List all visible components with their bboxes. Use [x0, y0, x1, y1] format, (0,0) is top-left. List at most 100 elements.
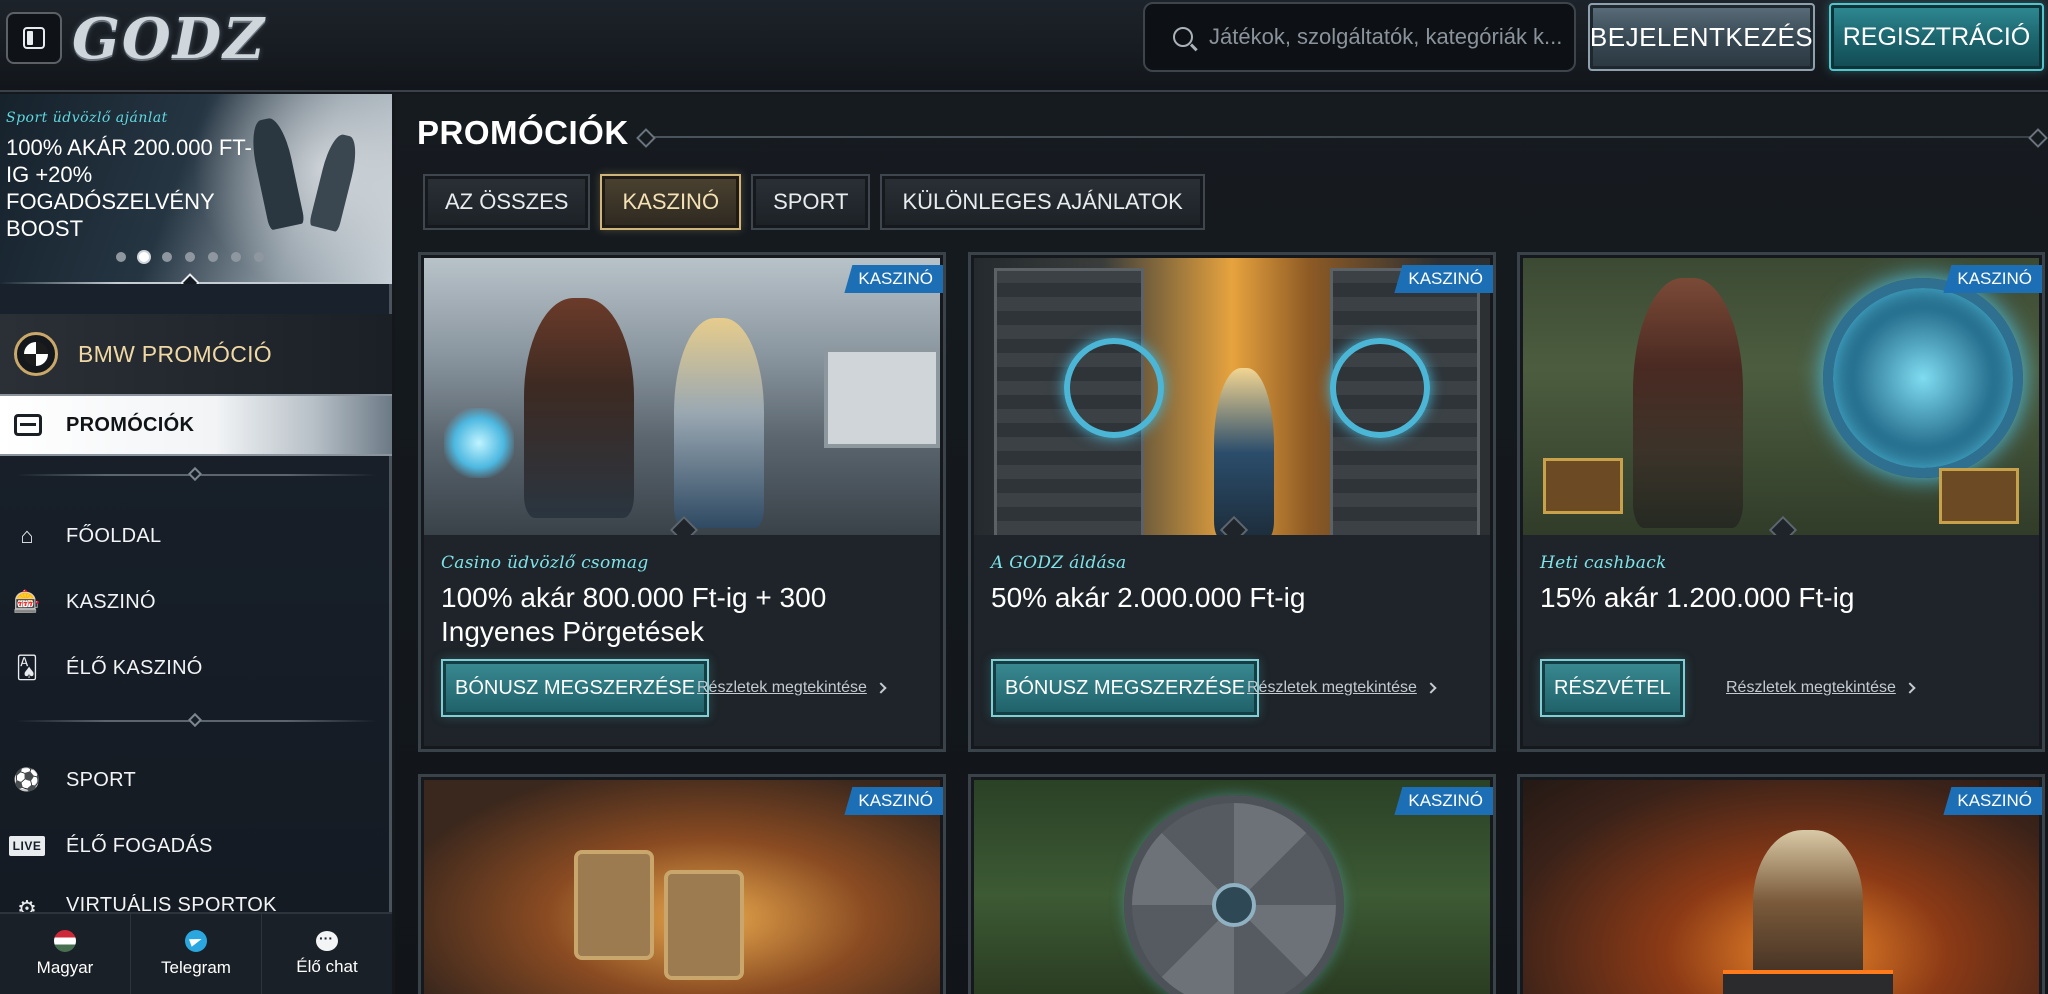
sidebar-item-sport[interactable]: ⚽ SPORT [12, 758, 382, 802]
promo-card-subtitle: Casino üdvözlő csomag [441, 553, 649, 573]
carousel-dot[interactable] [116, 252, 126, 262]
warrior-figure [1633, 278, 1743, 528]
claim-bonus-button[interactable]: BÓNUSZ MEGSZERZÉSE [991, 659, 1260, 717]
language-selector[interactable]: Magyar [0, 914, 131, 994]
promo-card[interactable]: KASZINÓ A GODZ áldása 50% akár 2.000.000… [968, 252, 1496, 752]
telegram-link[interactable]: Telegram [131, 914, 262, 994]
promo-card[interactable]: KASZINÓ Casino üdvözlő csomag 100% akár … [418, 252, 946, 752]
warrior-figure [524, 298, 634, 518]
sidebar-toggle-button[interactable] [6, 12, 62, 64]
category-badge: KASZINÓ [844, 787, 943, 815]
ale-mug-decoration [664, 870, 744, 980]
sidebar-divider [16, 712, 376, 728]
live-chat-button[interactable]: Élő chat [262, 914, 392, 994]
register-button[interactable]: REGISZTRÁCIÓ [1829, 3, 2044, 71]
promo-card[interactable]: KASZINÓ [968, 774, 1496, 994]
search-box[interactable] [1143, 2, 1576, 72]
sidebar-item-label: BMW PROMÓCIÓ [78, 340, 272, 367]
heroine-figure [1214, 368, 1274, 535]
details-link[interactable]: Részletek megtekintése [1726, 679, 1916, 697]
live-icon: LIVE [8, 831, 46, 861]
sidebar-item-live-casino[interactable]: 🂡 ÉLŐ KASZINÓ [12, 646, 382, 690]
divider-gem-icon [187, 466, 203, 482]
treasure-chest-decoration [1543, 458, 1623, 514]
rune-ring-decoration [1064, 338, 1164, 438]
sidebar-item-label: ÉLŐ FOGADÁS [66, 834, 213, 857]
valkyrie-figure [674, 318, 764, 528]
promo-card-subtitle: Heti cashback [1540, 553, 1667, 573]
anvil-decoration [1723, 970, 1893, 994]
carousel-dot[interactable] [185, 252, 195, 262]
promo-card[interactable]: KASZINÓ [418, 774, 946, 994]
details-link[interactable]: Részletek megtekintése [1247, 679, 1437, 697]
soccer-ball-icon: ⚽ [13, 767, 41, 792]
sidebar-item-label: KASZINÓ [66, 590, 156, 613]
promo-category-tabs: AZ ÖSSZES KASZINÓ SPORT KÜLÖNLEGES AJÁNL… [423, 174, 1205, 230]
promo-card-title: 15% akár 1.200.000 Ft-ig [1540, 582, 1855, 613]
sidebar-item-label: SPORT [66, 768, 137, 791]
sidebar-item-live-betting[interactable]: LIVE ÉLŐ FOGADÁS [8, 824, 382, 868]
tab-all[interactable]: AZ ÖSSZES [423, 174, 591, 230]
carousel-dot[interactable] [162, 252, 172, 262]
slot-machine-decoration [824, 348, 940, 448]
sidebar-footer: Magyar Telegram Élő chat [0, 912, 392, 994]
bmw-logo-icon [14, 332, 58, 376]
carousel-dot-active[interactable] [139, 252, 149, 262]
sidebar-toggle-icon [23, 27, 45, 49]
carousel-dot[interactable] [208, 252, 218, 262]
details-link[interactable]: Részletek megtekintése [697, 679, 887, 697]
sidebar-item-casino[interactable]: 🎰 KASZINÓ [12, 580, 382, 624]
sidebar-item-label: ÉLŐ KASZINÓ [66, 656, 203, 679]
sidebar-promo-banner[interactable]: Sport üdvözlő ajánlat 100% AKÁR 200.000 … [0, 94, 392, 284]
category-badge: KASZINÓ [1394, 265, 1493, 293]
banner-carousel-dots [116, 252, 264, 262]
sidebar-item-bmw-promo[interactable]: BMW PROMÓCIÓ [0, 314, 392, 394]
banner-subtitle: Sport üdvözlő ajánlat [6, 110, 168, 126]
login-button[interactable]: BEJELENTKEZÉS [1588, 3, 1815, 71]
claim-bonus-button[interactable]: BÓNUSZ MEGSZERZÉSE [441, 659, 710, 717]
telegram-icon [185, 930, 207, 952]
blacksmith-figure [1753, 830, 1863, 990]
divider-gem-icon [187, 712, 203, 728]
sidebar-item-label: PROMÓCIÓK [66, 413, 195, 436]
sidebar-divider [16, 466, 376, 482]
chat-icon [316, 930, 338, 951]
search-input[interactable] [1209, 24, 1569, 50]
wheel-hub-decoration [1212, 883, 1256, 927]
promo-card-title: 100% akár 800.000 Ft-ig + 300 Ingyenes P… [441, 582, 827, 647]
footer-label: Élő chat [296, 957, 358, 976]
promo-card[interactable]: KASZINÓ [1517, 774, 2045, 994]
promo-card-image[interactable] [424, 258, 940, 535]
footer-label: Telegram [161, 958, 231, 977]
cashback-portal-decoration [1823, 278, 2023, 478]
sidebar: Sport üdvözlő ajánlat 100% AKÁR 200.000 … [0, 94, 392, 994]
chevron-right-icon [1904, 682, 1916, 694]
cards-icon: 🂡 [15, 655, 39, 680]
sidebar-item-promotions[interactable]: PROMÓCIÓK [0, 394, 392, 456]
participate-button[interactable]: RÉSZVÉTEL [1540, 659, 1685, 717]
tab-special-offers[interactable]: KÜLÖNLEGES AJÁNLATOK [880, 174, 1205, 230]
category-badge: KASZINÓ [1943, 265, 2042, 293]
page-title: PROMÓCIÓK [417, 114, 629, 151]
tab-sport[interactable]: SPORT [751, 174, 871, 230]
details-link-label: Részletek megtekintése [1726, 679, 1896, 696]
promo-card[interactable]: KASZINÓ Heti cashback 15% akár 1.200.000… [1517, 252, 2045, 752]
rune-ring-decoration [1330, 338, 1430, 438]
main-content: PROMÓCIÓK AZ ÖSSZES KASZINÓ SPORT KÜLÖNL… [395, 94, 2048, 994]
promo-card-image[interactable] [974, 258, 1490, 535]
top-header: GODZ BEJELENTKEZÉS REGISZTRÁCIÓ [0, 0, 2048, 92]
brand-logo[interactable]: GODZ [72, 6, 264, 72]
category-badge: KASZINÓ [1943, 787, 2042, 815]
promo-card-image[interactable] [1523, 258, 2039, 535]
search-icon [1173, 27, 1193, 47]
title-divider [645, 136, 2039, 138]
banner-title: 100% AKÁR 200.000 FT-IG +20% FOGADÓSZELV… [6, 135, 252, 241]
carousel-dot[interactable] [254, 252, 264, 262]
treasure-chest-icon [14, 414, 42, 436]
sidebar-item-home[interactable]: ⌂ FŐOLDAL [12, 514, 382, 558]
tab-casino[interactable]: KASZINÓ [600, 174, 742, 230]
promo-card-title: 50% akár 2.000.000 Ft-ig [991, 582, 1306, 613]
live-icon-text: LIVE [8, 836, 46, 856]
chevron-right-icon [1425, 682, 1437, 694]
carousel-dot[interactable] [231, 252, 241, 262]
